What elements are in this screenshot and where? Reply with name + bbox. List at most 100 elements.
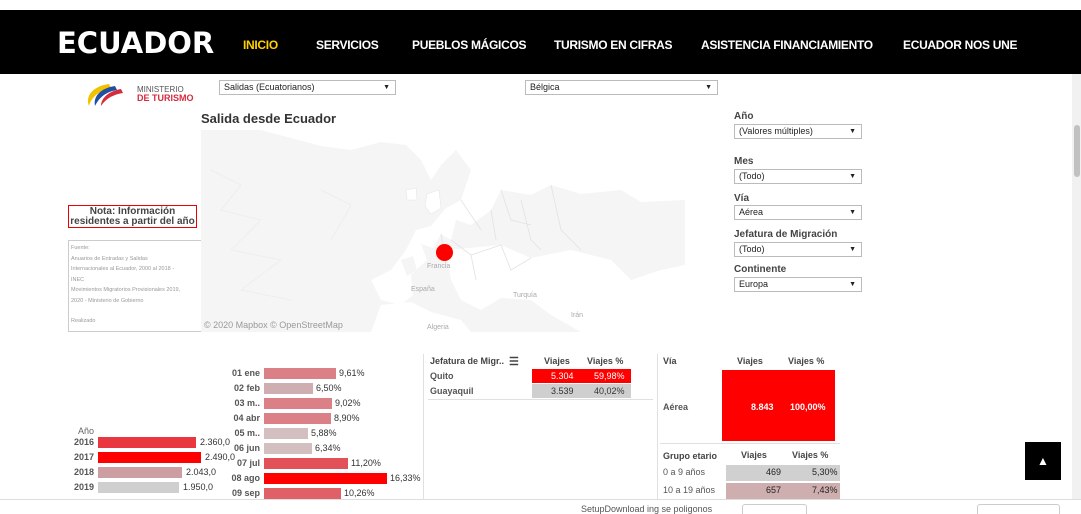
jefatura-header-pct: Viajes % bbox=[587, 356, 624, 366]
jefatura-row-viajes: 3.539 bbox=[551, 386, 574, 396]
map-title: Salida desde Ecuador bbox=[201, 111, 337, 126]
grupo-row-pct: 7,43% bbox=[812, 485, 838, 495]
month-bar-value: 6,34% bbox=[315, 443, 341, 453]
grupo-header-pct: Viajes % bbox=[792, 450, 829, 460]
month-bar-value: 16,33% bbox=[390, 473, 421, 483]
filter-label-continente: Continente bbox=[734, 264, 787, 275]
year-bar[interactable] bbox=[98, 437, 196, 448]
filter-label-jefatura: Jefatura de Migración bbox=[734, 229, 838, 240]
month-bar-value: 11,20% bbox=[351, 458, 381, 468]
month-label: 02 feb bbox=[233, 383, 260, 393]
anio-select[interactable]: (Valores múltiples) ▼ bbox=[734, 124, 862, 139]
month-bar-value: 6,50% bbox=[316, 383, 342, 393]
via-row-pct: 100,00% bbox=[790, 402, 826, 412]
divider bbox=[428, 399, 653, 400]
month-label: 04 abr bbox=[233, 413, 260, 423]
year-label: 2018 bbox=[73, 467, 94, 477]
month-bar[interactable] bbox=[264, 383, 313, 394]
nav-item-asistencia-financiamiento[interactable]: ASISTENCIA FINANCIAMIENTO bbox=[701, 38, 873, 52]
month-bar-value: 8,90% bbox=[334, 413, 360, 423]
month-bar-value: 9,61% bbox=[339, 368, 365, 378]
grupo-row-name: 10 a 19 años bbox=[663, 485, 716, 495]
grupo-row-viajes: 657 bbox=[766, 485, 782, 495]
month-bar[interactable] bbox=[264, 398, 332, 409]
footer-text: SetupDownload ing se poligonos bbox=[581, 504, 713, 514]
month-bar[interactable] bbox=[264, 428, 308, 439]
via-select[interactable]: Aérea ▼ bbox=[734, 205, 862, 220]
movement-type-select[interactable]: Salidas (Ecuatorianos) ▼ bbox=[219, 80, 396, 95]
year-bar-value: 1.950,0 bbox=[183, 482, 214, 492]
map-label-espana: España bbox=[411, 286, 435, 293]
site-logo[interactable]: ECUADOR bbox=[57, 26, 214, 60]
footer-button[interactable] bbox=[742, 504, 807, 514]
month-bar-value: 9,02% bbox=[335, 398, 361, 408]
map-label-francia: Francia bbox=[427, 263, 451, 270]
year-axis-label: Año bbox=[78, 426, 95, 436]
year-label: 2019 bbox=[73, 482, 94, 492]
grupo-header-viajes: Viajes bbox=[741, 450, 767, 460]
jefatura-row-name: Guayaquil bbox=[430, 386, 474, 396]
month-bar[interactable] bbox=[264, 413, 331, 424]
grupo-row-viajes: 469 bbox=[766, 467, 782, 477]
jefatura-header-name: Jefatura de Migr.. bbox=[430, 356, 505, 366]
via-row-viajes: 8.843 bbox=[751, 402, 774, 412]
year-label: 2017 bbox=[73, 452, 94, 462]
month-bar[interactable] bbox=[264, 368, 336, 379]
jefatura-row-viajes: 5.304 bbox=[551, 371, 574, 381]
belgium-marker[interactable] bbox=[436, 244, 453, 261]
year-bar[interactable] bbox=[98, 467, 182, 478]
continente-select[interactable]: Europa ▼ bbox=[734, 277, 862, 292]
month-label: 08 ago bbox=[231, 473, 260, 483]
ministry-name: MINISTERIO DE TURISMO bbox=[137, 85, 194, 103]
month-label: 07 jul bbox=[236, 458, 260, 468]
month-bar-value: 10,26% bbox=[344, 488, 375, 498]
jefatura-row-pct: 40,02% bbox=[594, 386, 625, 396]
nav-item-ecuador-nos-une[interactable]: ECUADOR NOS UNE bbox=[903, 38, 1017, 52]
grupo-header-name: Grupo etario bbox=[663, 451, 718, 461]
jefatura-row-pct: 59,98% bbox=[594, 371, 625, 381]
nav-item-turismo-en-cifras[interactable]: TURISMO EN CIFRAS bbox=[554, 38, 673, 52]
month-bar[interactable] bbox=[264, 458, 348, 469]
jefatura-select[interactable]: (Todo) ▼ bbox=[734, 242, 862, 257]
month-bar[interactable] bbox=[264, 443, 312, 454]
divider bbox=[423, 354, 424, 499]
sort-icon[interactable]: ☰ bbox=[509, 355, 519, 368]
month-label: 03 m.. bbox=[234, 398, 260, 408]
mes-select[interactable]: (Todo) ▼ bbox=[734, 169, 862, 184]
nav-item-pueblos-magicos[interactable]: PUEBLOS MÁGICOS bbox=[412, 38, 526, 52]
month-label: 09 sep bbox=[231, 488, 260, 498]
jefatura-header-viajes: Viajes bbox=[544, 356, 570, 366]
jefatura-row-name: Quito bbox=[430, 371, 454, 381]
footer-button[interactable] bbox=[977, 504, 1060, 514]
map-label-turquia: Turquía bbox=[513, 292, 537, 299]
divider bbox=[657, 354, 658, 499]
top-navbar: ECUADOR INICIO SERVICIOS PUEBLOS MÁGICOS… bbox=[0, 10, 1081, 74]
grupo-row-pct: 5,30% bbox=[812, 467, 838, 477]
scrollbar-thumb[interactable] bbox=[1074, 125, 1080, 177]
filter-label-anio: Año bbox=[734, 111, 754, 122]
country-select[interactable]: Bélgica ▼ bbox=[525, 80, 718, 95]
nota-box: Nota: Información residentes a partir de… bbox=[68, 205, 197, 228]
footer-divider bbox=[0, 499, 1081, 500]
filter-label-via: Vía bbox=[734, 193, 750, 204]
month-label: 05 m.. bbox=[234, 428, 260, 438]
month-bar[interactable] bbox=[264, 473, 387, 484]
map-credit: © 2020 Mapbox © OpenStreetMap bbox=[204, 320, 343, 330]
year-bar[interactable] bbox=[98, 482, 179, 493]
scroll-to-top-button[interactable]: ▲ bbox=[1025, 442, 1061, 480]
month-bar-value: 5,88% bbox=[311, 428, 337, 438]
europe-map[interactable]: Francia España Turquía Irán Algeria © 20… bbox=[201, 130, 685, 332]
month-bar[interactable] bbox=[264, 488, 341, 499]
year-bar[interactable] bbox=[98, 452, 201, 463]
filter-label-mes: Mes bbox=[734, 156, 754, 167]
nav-item-inicio[interactable]: INICIO bbox=[243, 38, 278, 52]
via-header-name: Vía bbox=[663, 356, 677, 366]
month-label: 01 ene bbox=[231, 368, 260, 378]
via-header-viajes: Viajes bbox=[737, 356, 763, 366]
nav-item-servicios[interactable]: SERVICIOS bbox=[316, 38, 379, 52]
divider bbox=[660, 443, 840, 444]
via-row-name: Aérea bbox=[663, 402, 689, 412]
year-bar-value: 2.043,0 bbox=[186, 467, 217, 477]
year-label: 2016 bbox=[73, 437, 94, 447]
map-label-algeria: Algeria bbox=[427, 324, 449, 331]
